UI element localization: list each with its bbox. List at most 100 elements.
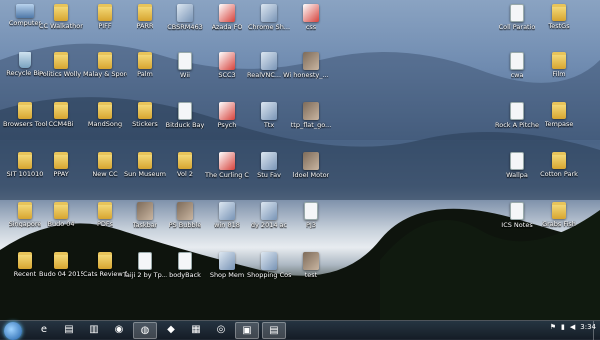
folder-icon[interactable]: ▥ xyxy=(83,322,105,337)
folder-icon xyxy=(552,152,566,169)
pin-icon[interactable]: ◆ xyxy=(160,322,182,337)
volume-icon[interactable]: ◀ xyxy=(570,323,575,331)
desktop-icon-label: Recent xyxy=(13,271,37,278)
desktop-icon-label: Singapore xyxy=(8,221,42,228)
desktop-icon[interactable]: cwa xyxy=(496,52,538,92)
desktop-icon[interactable]: Cotton Park xyxy=(538,152,580,192)
firefox-icon[interactable]: ◍ xyxy=(133,322,157,339)
desktop-icon-label: test xyxy=(304,272,318,279)
desktop-icon[interactable]: PDFs xyxy=(84,202,126,242)
desktop-icon[interactable]: PPAY xyxy=(40,152,82,192)
desktop-icon[interactable]: Ttx xyxy=(248,102,290,142)
flag-icon[interactable]: ⚑ xyxy=(550,323,556,331)
doc-icon xyxy=(510,152,524,170)
desktop-icon-label: SIT 101010 xyxy=(6,171,44,178)
desktop-icon-label: Sun Museum xyxy=(124,171,166,178)
desktop-icon-label: Palm xyxy=(137,71,153,78)
desktop-icon[interactable]: CCM4Bi xyxy=(40,102,82,142)
chrome-icon[interactable]: ◉ xyxy=(108,322,130,337)
desktop-icon[interactable]: test xyxy=(290,252,332,292)
desktop-icon[interactable]: dy 2014 ac xyxy=(248,202,290,242)
app-icon xyxy=(261,4,277,22)
desktop-icon[interactable]: Film xyxy=(538,52,580,92)
desktop-icon[interactable]: Grabs Fish xyxy=(538,202,580,242)
desktop-icon[interactable]: PARR xyxy=(124,4,166,44)
desktop-icon[interactable]: Taskbar xyxy=(124,202,166,242)
desktop-icon[interactable]: MandSong xyxy=(84,102,126,142)
desktop-icon[interactable]: CC Walkathon xyxy=(39,4,83,44)
desktop-icon[interactable]: Taiji 2 by Tp... xyxy=(123,252,167,292)
ie-icon[interactable]: e xyxy=(33,322,55,337)
desktop-icon[interactable]: Azada FO xyxy=(206,4,248,44)
desktop-icon[interactable]: Tempase xyxy=(538,102,580,142)
app-icon xyxy=(219,202,235,220)
start-button[interactable] xyxy=(4,321,22,340)
desktop-icon[interactable]: RealVNC... Windows ... xyxy=(247,52,291,92)
desktop-icon[interactable]: win 818 xyxy=(206,202,248,242)
desktop-icon[interactable]: PS Bubble xyxy=(164,202,206,242)
desktop-icon[interactable]: ttp_flat_go... xyxy=(290,102,332,142)
desktop-icon-label: Budo 04 2015 xyxy=(39,271,83,278)
desktop-icon[interactable]: Palm xyxy=(124,52,166,92)
desktop-icon-label: ldoel Motor xyxy=(292,172,330,179)
network-icon[interactable]: ▮ xyxy=(561,323,565,331)
desktop-icon[interactable]: Sun Museum xyxy=(124,152,166,192)
desktop-icon[interactable]: The Curling Collapse of... xyxy=(205,152,249,192)
desktop-icon[interactable]: honesty_... xyxy=(290,52,332,92)
desktop-icon[interactable]: PIFF xyxy=(84,4,126,44)
show-desktop-button[interactable] xyxy=(593,321,600,340)
img-icon xyxy=(137,202,153,220)
desktop-icon-label: Stu Fav xyxy=(257,172,281,179)
folder-icon xyxy=(552,102,566,119)
desktop-icon-label: TestGs xyxy=(548,23,570,30)
desktop-icon[interactable]: Cats Review Desc xyxy=(83,252,127,292)
desktop-icon[interactable]: CBSRM463 xyxy=(164,4,206,44)
desktop-icon[interactable]: Stickers xyxy=(124,102,166,142)
folder-icon xyxy=(138,102,152,119)
desktop-icon[interactable]: Budo 04 2015 xyxy=(39,252,83,292)
desktop-icon[interactable]: Politics Wolly Goodie xyxy=(39,52,83,92)
desktop-icon[interactable]: Wallpa xyxy=(496,152,538,192)
desktop-icon[interactable]: Stu Fav xyxy=(248,152,290,192)
desktop-icon[interactable]: Budo 04 xyxy=(40,202,82,242)
desktop-icon[interactable]: Vol 2 xyxy=(164,152,206,192)
desktop-icon-label: Computer xyxy=(8,20,42,27)
desktop-icon[interactable]: Bitduck Bay xyxy=(164,102,206,142)
desktop-icon[interactable]: Wii xyxy=(164,52,206,92)
desktop-icon-label: Coll Paratio xyxy=(498,24,536,31)
desktop-icon-label: css xyxy=(305,24,317,31)
desktop-icon[interactable]: ldoel Motor xyxy=(290,152,332,192)
img-icon xyxy=(303,152,319,170)
desktop-icon[interactable]: New CC xyxy=(84,152,126,192)
desktop-icon[interactable]: Shop Mem xyxy=(206,252,248,292)
desktop-icon[interactable]: Chrome Sh... xyxy=(248,4,290,44)
desktop-icon-label: Taiji 2 by Tp... xyxy=(123,272,167,279)
doc-icon[interactable]: ▤ xyxy=(262,322,286,339)
desktop-icon-label: PPAY xyxy=(53,171,69,178)
doc-icon xyxy=(510,202,524,220)
folder-icon xyxy=(54,202,68,219)
desktop-icon[interactable]: css xyxy=(290,4,332,44)
desktop-icon-label: PARR xyxy=(136,23,154,30)
explorer-icon[interactable]: ▤ xyxy=(58,322,80,337)
desktop-icon-label: The Curling Collapse of... xyxy=(205,172,249,179)
desktop-icon-label: win 818 xyxy=(214,222,240,229)
desktop-icon-label: bodyBack xyxy=(169,272,201,279)
desktop-icon[interactable]: bodyBack xyxy=(164,252,206,292)
apps-icon[interactable]: ▦ xyxy=(185,322,207,337)
window-icon[interactable]: ▣ xyxy=(235,322,259,339)
taskbar-items: e ▤ ▥ ◉ ◍ ◆ ▦ ◎ ▣ ▤ xyxy=(30,322,286,339)
desktop-icon-label: MandSong xyxy=(87,121,123,128)
desktop-icon[interactable]: Rock A Pitched xyxy=(495,102,539,142)
browser-icon[interactable]: ◎ xyxy=(210,322,232,337)
desktop-icon[interactable]: ICS Notes xyxy=(496,202,538,242)
desktop-icon[interactable]: Shopping Cost xyxy=(247,252,291,292)
desktop-icon-label: RealVNC... Windows ... xyxy=(247,72,291,79)
desktop-icon[interactable]: SCC3 xyxy=(206,52,248,92)
doc-icon xyxy=(510,52,524,70)
desktop-icon[interactable]: Coll Paratio xyxy=(496,4,538,44)
desktop-icon[interactable]: TestGs xyxy=(538,4,580,44)
desktop-icon[interactable]: Malay & Spore xyxy=(83,52,127,92)
desktop-icon[interactable]: Psych xyxy=(206,102,248,142)
desktop-icon[interactable]: PJ3 xyxy=(290,202,332,242)
